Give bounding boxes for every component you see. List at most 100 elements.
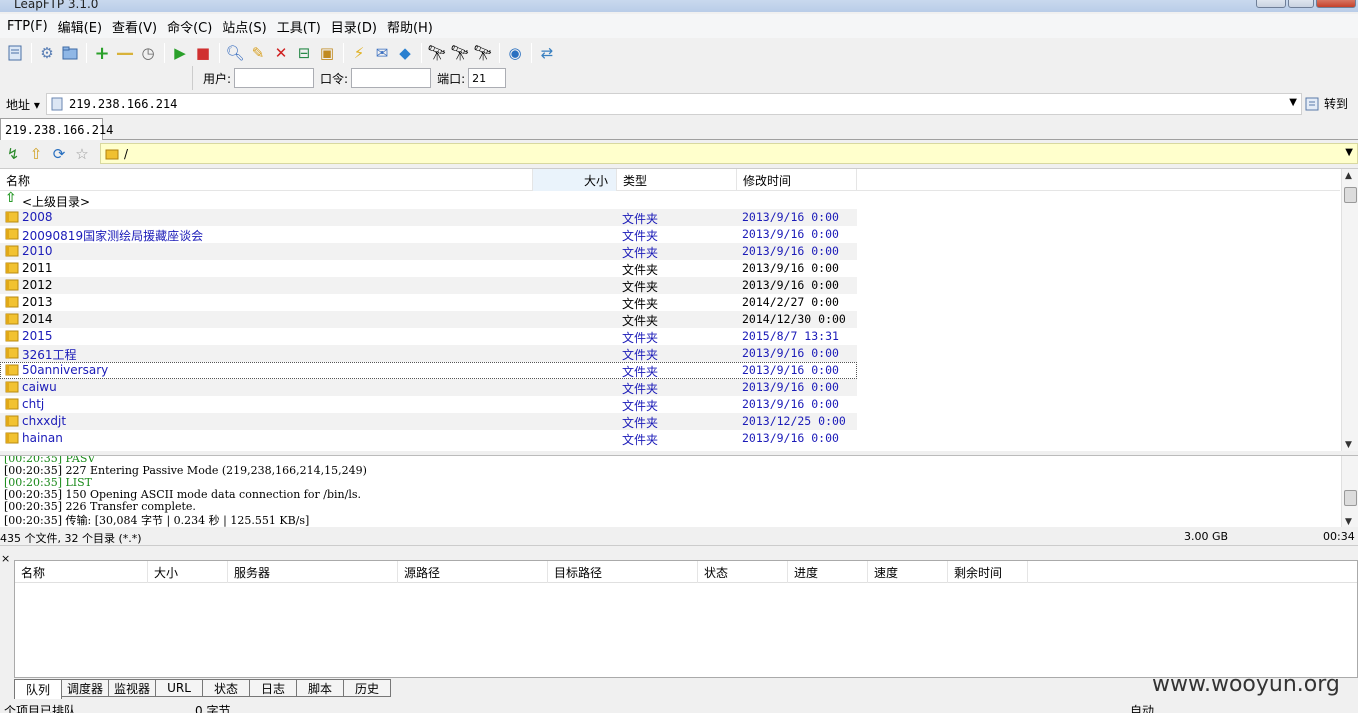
path-input[interactable]: / ▼ — [100, 143, 1358, 164]
edit-pencil-icon[interactable]: ✎ — [247, 42, 269, 64]
path-dropdown-icon[interactable]: ▼ — [1345, 147, 1353, 158]
table-row[interactable]: caiwu 文件夹 2013/9/16 0:00 — [0, 379, 857, 396]
column-type[interactable]: 类型 — [617, 169, 737, 191]
table-row[interactable]: 2010 文件夹 2013/9/16 0:00 — [0, 243, 857, 260]
queue-column[interactable]: 剩余时间 — [948, 561, 1028, 583]
stop-icon[interactable]: ■ — [192, 42, 214, 64]
menu-directory[interactable]: 目录(D) — [326, 17, 382, 36]
bottom-tab[interactable]: 日志 — [249, 679, 297, 697]
status-bar: 435 个文件, 32 个目录 (*.*) 3.00 GB 00:34 — [0, 528, 1358, 546]
image-icon[interactable]: ▣ — [316, 42, 338, 64]
remote-file-list[interactable]: 名称 ^ 大小 类型 修改时间 ⇧ <上级目录> 2008 文件夹 2013/9/16… — [0, 168, 1358, 451]
column-size[interactable]: ^ 大小 — [533, 169, 617, 191]
queue-column[interactable]: 状态 — [698, 561, 788, 583]
address-dropdown-icon[interactable]: ▼ — [1289, 97, 1297, 108]
menu-tools[interactable]: 工具(T) — [272, 17, 326, 36]
queue-column[interactable]: 源路径 — [398, 561, 548, 583]
bottom-tab[interactable]: 监视器 — [108, 679, 156, 697]
clock-icon[interactable]: ◷ — [137, 42, 159, 64]
up-folder-icon[interactable]: ⇧ — [25, 143, 47, 165]
log-line: [00:20:35] 传输: [30,084 字节 | 0.234 秒 | 12… — [4, 514, 310, 527]
column-name[interactable]: 名称 — [0, 169, 533, 191]
add-icon[interactable]: + — [91, 42, 113, 64]
close-queue-icon[interactable]: × — [1, 552, 10, 565]
folder-icon — [5, 347, 19, 359]
status-summary: 435 个文件, 32 个目录 (*.*) — [0, 532, 142, 545]
queue-column[interactable]: 名称 — [15, 561, 148, 583]
bottom-tab[interactable]: 状态 — [202, 679, 250, 697]
menu-command[interactable]: 命令(C) — [162, 17, 217, 36]
folder-icon — [5, 245, 19, 257]
lightning-icon[interactable]: ⚡︎ — [348, 42, 370, 64]
file-type: 文件夹 — [622, 297, 659, 311]
table-row[interactable]: chtj 文件夹 2013/9/16 0:00 — [0, 396, 857, 413]
close-button[interactable] — [1316, 0, 1356, 8]
file-name: 50anniversary — [22, 363, 109, 377]
log-scrollbar[interactable]: ▼ — [1341, 456, 1358, 527]
port-input[interactable] — [468, 68, 507, 88]
find-prev-binoculars-icon[interactable]: 🔭︎ — [472, 42, 494, 64]
table-row[interactable]: 2014 文件夹 2014/12/30 0:00 — [0, 311, 857, 328]
transfer-queue[interactable]: 名称 大小 服务器 源路径 目标路径 状态 进度 速度 剩余时间 — [14, 560, 1358, 678]
table-row[interactable]: 2012 文件夹 2013/9/16 0:00 — [0, 277, 857, 294]
maximize-button[interactable] — [1288, 0, 1314, 8]
queue-column[interactable]: 进度 — [788, 561, 868, 583]
queue-column[interactable]: 速度 — [868, 561, 948, 583]
go-button[interactable]: 转到 — [1305, 95, 1348, 112]
tab-connection[interactable]: 219.238.166.214 — [0, 118, 113, 140]
table-row[interactable]: 2008 文件夹 2013/9/16 0:00 — [0, 209, 857, 226]
menu-ftp[interactable]: FTP(F) — [2, 19, 53, 34]
file-modified: 2013/9/16 0:00 — [742, 261, 839, 275]
mail-icon[interactable]: ✉ — [371, 42, 393, 64]
file-modified: 2013/9/16 0:00 — [742, 431, 839, 445]
minimize-button[interactable] — [1256, 0, 1286, 8]
bottom-tab[interactable]: 脚本 — [296, 679, 344, 697]
queue-column[interactable]: 服务器 — [228, 561, 398, 583]
properties-icon[interactable]: ⊟ — [293, 42, 315, 64]
table-row[interactable]: 2011 文件夹 2013/9/16 0:00 — [0, 260, 857, 277]
menu-edit[interactable]: 编辑(E) — [53, 17, 107, 36]
file-list-scrollbar[interactable]: ▲ ▼ — [1341, 169, 1358, 451]
sync-icon[interactable]: ⟳ — [48, 143, 70, 165]
table-row[interactable]: 20090819国家测绘局援藏座谈会 文件夹 2013/9/16 0:00 — [0, 226, 857, 243]
address-input[interactable]: 219.238.166.214 ▼ — [46, 93, 1302, 115]
menu-help[interactable]: 帮助(H) — [382, 17, 438, 36]
site-manager-icon[interactable] — [4, 42, 26, 64]
folder-icon[interactable] — [59, 42, 81, 64]
folder-icon — [5, 262, 19, 274]
bottom-tab[interactable]: URL — [155, 679, 203, 697]
column-modified[interactable]: 修改时间 — [737, 169, 857, 191]
search-icon[interactable]: 🔍︎ — [224, 42, 246, 64]
connect-icon[interactable]: ⇄ — [536, 42, 558, 64]
refresh-icon[interactable]: ↯ — [2, 143, 24, 165]
find-binoculars-icon[interactable]: 🔭︎ — [426, 42, 448, 64]
password-input[interactable] — [351, 68, 432, 88]
diamond-icon[interactable]: ◆ — [394, 42, 416, 64]
table-row[interactable]: 2015 文件夹 2015/8/7 13:31 — [0, 328, 857, 345]
globe-icon[interactable]: ◉ — [504, 42, 526, 64]
menu-view[interactable]: 查看(V) — [107, 17, 162, 36]
find-next-binoculars-icon[interactable]: 🔭︎ — [449, 42, 471, 64]
queue-mode: 自动 — [1130, 704, 1155, 713]
file-name: chxxdjt — [22, 414, 67, 428]
bookmark-star-icon[interactable]: ☆ — [71, 143, 93, 165]
play-icon[interactable]: ▶ — [169, 42, 191, 64]
bottom-tab[interactable]: 调度器 — [61, 679, 109, 697]
user-input[interactable] — [234, 68, 315, 88]
bottom-tab[interactable]: 历史 — [343, 679, 391, 697]
parent-directory-row[interactable]: ⇧ <上级目录> — [0, 190, 857, 209]
table-row[interactable]: chxxdjt 文件夹 2013/12/25 0:00 — [0, 413, 857, 430]
table-row[interactable]: 2013 文件夹 2014/2/27 0:00 — [0, 294, 857, 311]
address-label[interactable]: 地址 ▾ — [0, 96, 46, 113]
table-row[interactable]: 3261工程 文件夹 2013/9/16 0:00 — [0, 345, 857, 362]
queue-column[interactable]: 目标路径 — [548, 561, 698, 583]
queue-column[interactable]: 大小 — [148, 561, 228, 583]
user-label: 用户: — [203, 71, 232, 86]
menu-site[interactable]: 站点(S) — [217, 17, 271, 36]
remove-icon[interactable]: — — [114, 42, 136, 64]
table-row[interactable]: 50anniversary 文件夹 2013/9/16 0:00 — [0, 362, 857, 379]
delete-icon[interactable]: ✕ — [270, 42, 292, 64]
bottom-tab[interactable]: 队列 — [14, 679, 62, 699]
settings-gear-icon[interactable]: ⚙ — [36, 42, 58, 64]
table-row[interactable]: hainan 文件夹 2013/9/16 0:00 — [0, 430, 857, 447]
